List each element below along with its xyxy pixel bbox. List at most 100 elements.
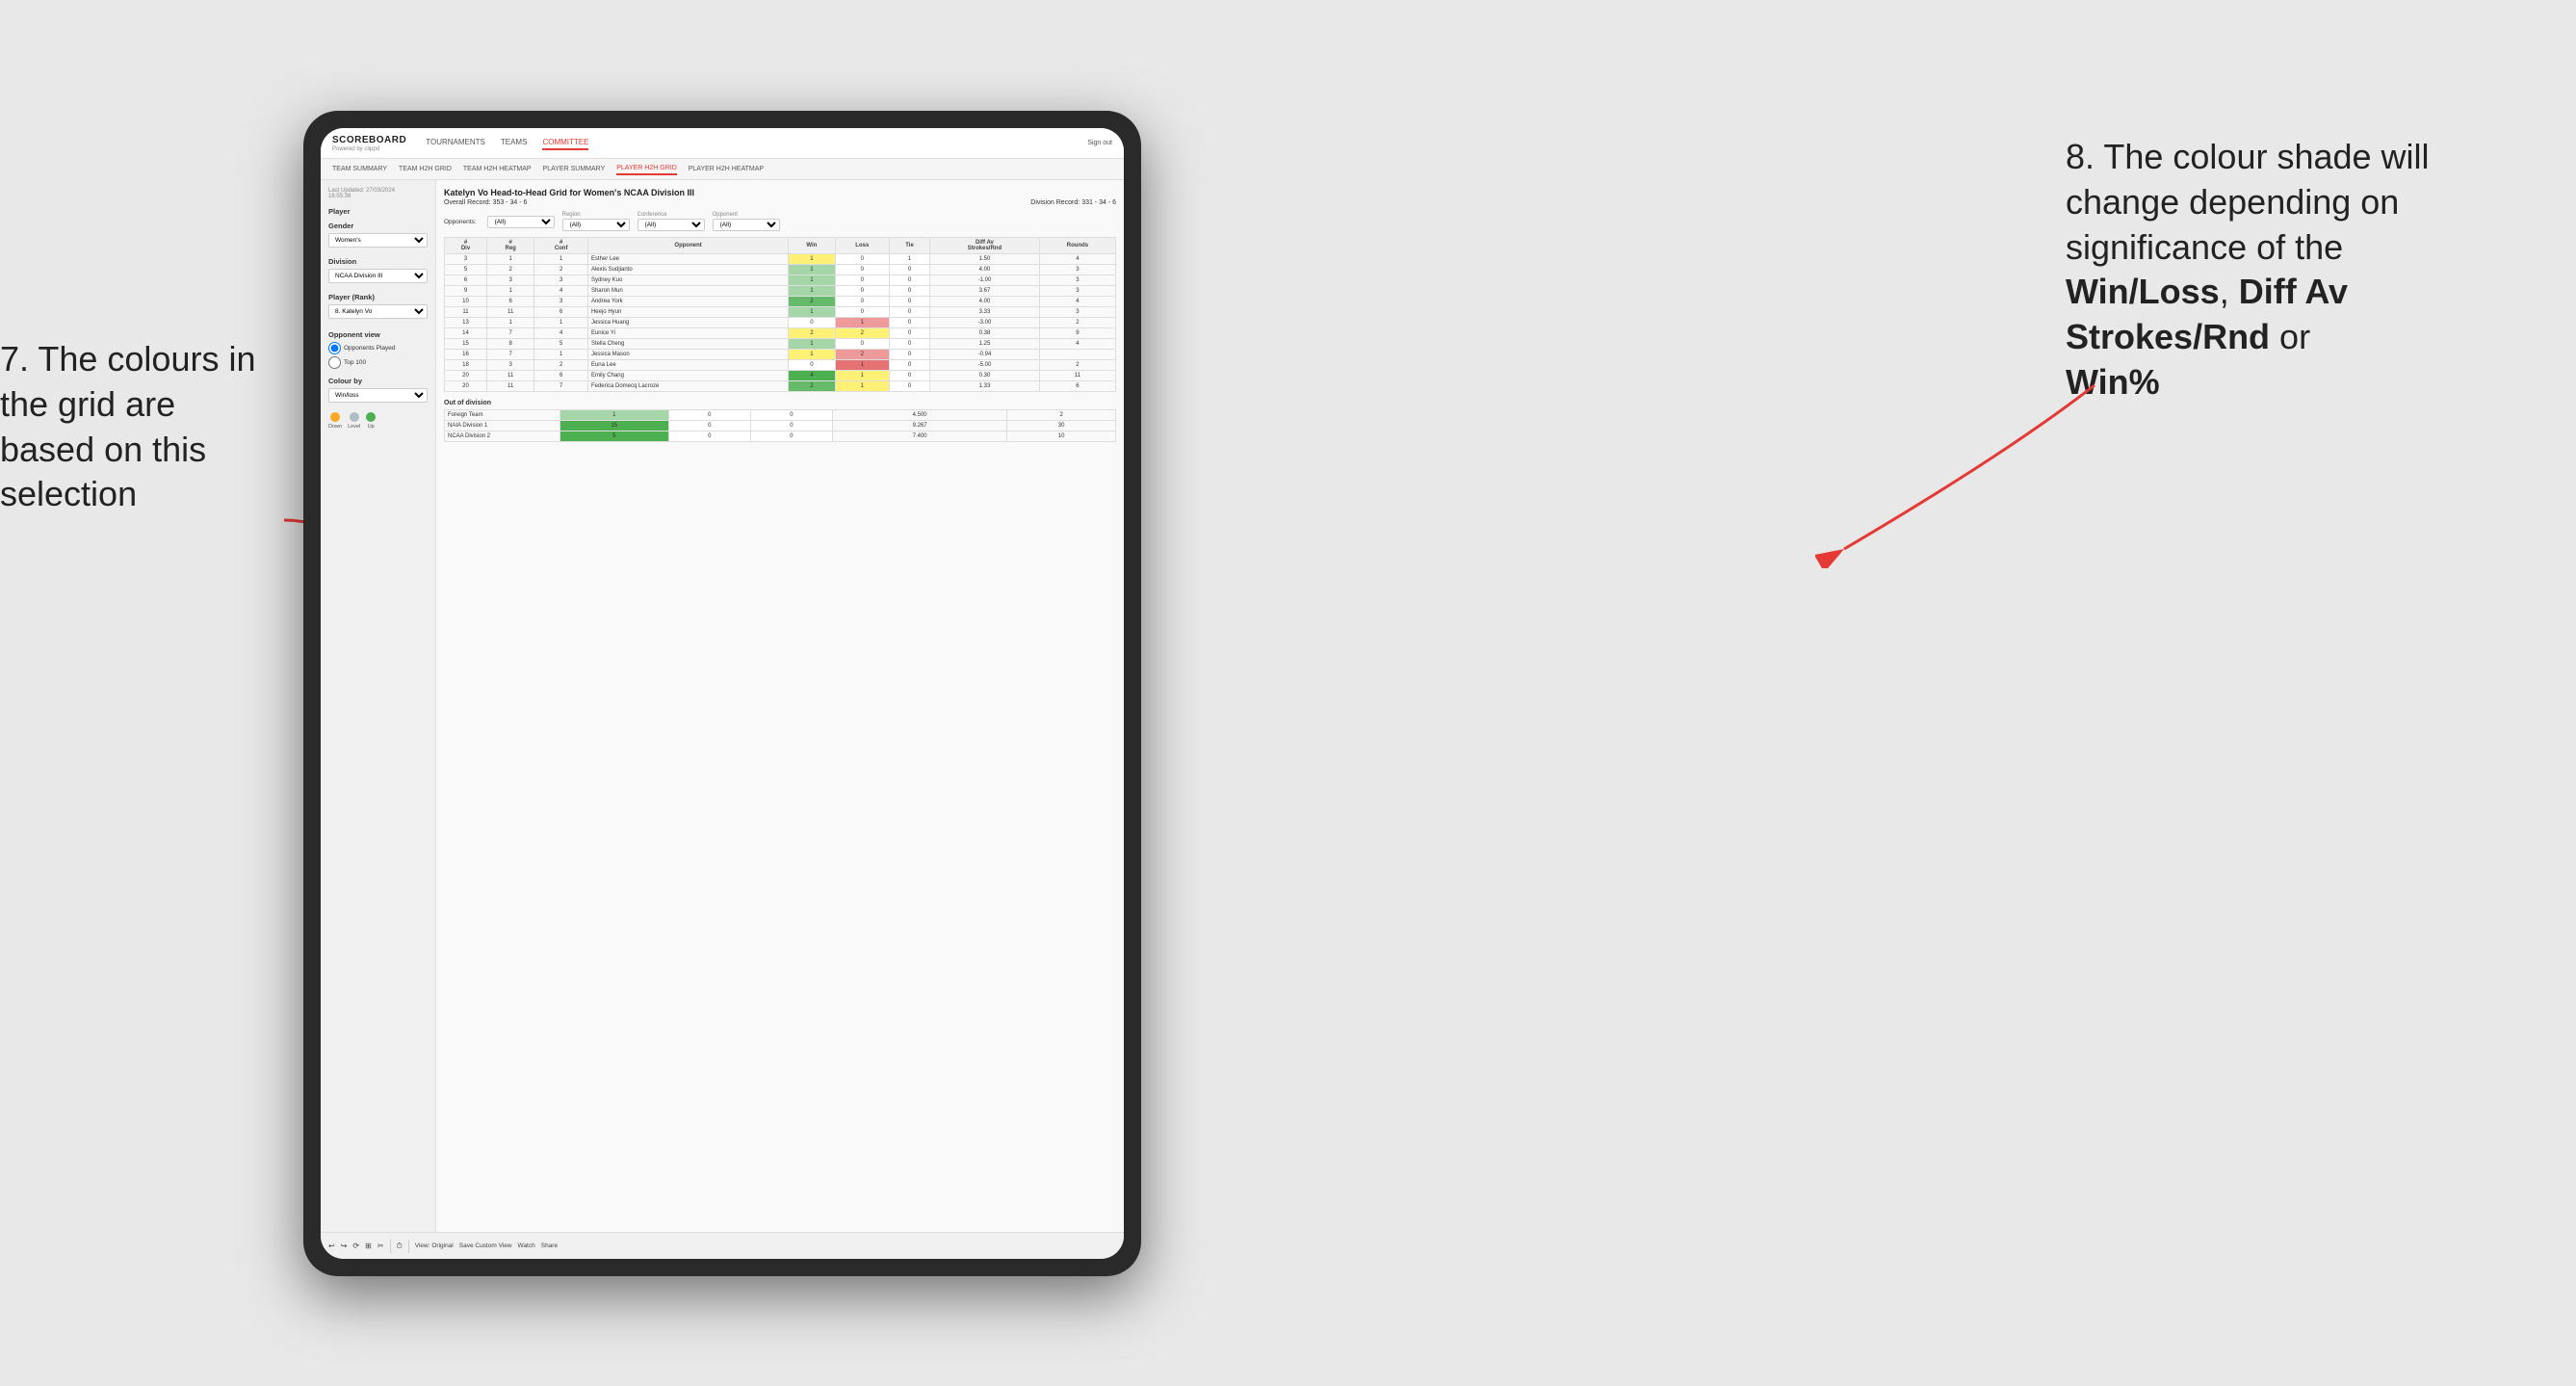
sign-out-link[interactable]: Sign out <box>1087 140 1112 146</box>
main-content: Last Updated: 27/03/2024 16:55:38 Player… <box>321 180 1124 1232</box>
bottom-toolbar: ↩ ↪ ⟳ ⊞ ✂ ⏱ View: Original Save Custom V… <box>321 1232 1124 1259</box>
filter-group-region: Region (All) <box>562 212 630 231</box>
colour-by-select[interactable]: Win/loss <box>328 388 428 403</box>
table-row: 914 Sharon Mun 1 0 0 3.673 <box>445 286 1116 297</box>
player-rank-label: Player (Rank) <box>328 293 428 301</box>
colour-by-section: Colour by Win/loss <box>328 377 428 406</box>
radio-top100[interactable]: Top 100 <box>328 356 428 369</box>
th-win: Win <box>789 238 835 254</box>
th-div: #Div <box>445 238 487 254</box>
annotation-left: 7. The colours in the grid are based on … <box>0 337 279 517</box>
th-opponent: Opponent <box>587 238 788 254</box>
cut-button[interactable]: ✂ <box>377 1242 384 1250</box>
logo-sub: Powered by clippd <box>332 146 410 152</box>
last-updated: Last Updated: 27/03/2024 16:55:38 <box>328 188 428 199</box>
radio-opponents-played[interactable]: Opponents Played <box>328 342 428 354</box>
legend-up: Up <box>366 412 376 430</box>
th-tie: Tie <box>890 238 930 254</box>
filter-region-select[interactable]: (All) <box>562 219 630 231</box>
table-row: 311 Esther Lee 1 0 1 1.504 <box>445 254 1116 265</box>
annotation-right: 8. The colour shade will change dependin… <box>2066 135 2547 405</box>
nav-item-committee[interactable]: COMMITTEE <box>542 136 588 150</box>
gender-label: Gender <box>328 222 428 230</box>
nav-items: TOURNAMENTS TEAMS COMMITTEE <box>426 136 1087 150</box>
overall-record: Overall Record: 353 - 34 - 6 <box>444 199 527 206</box>
legend-level: Level <box>348 412 360 430</box>
th-conf: #Conf <box>534 238 588 254</box>
copy-button[interactable]: ⊞ <box>365 1242 372 1250</box>
table-row: 1474 Eunice Yi 2 2 0 0.389 <box>445 328 1116 339</box>
left-panel: Last Updated: 27/03/2024 16:55:38 Player… <box>321 180 436 1232</box>
legend: Down Level Up <box>328 412 428 430</box>
toolbar-divider-2 <box>408 1240 409 1253</box>
sub-nav-team-h2h-heatmap[interactable]: TEAM H2H HEATMAP <box>463 164 532 174</box>
opponents-label: Opponents: <box>444 219 477 225</box>
table-row: 1063 Andrea York 2 0 0 4.004 <box>445 297 1116 307</box>
annotation-right-text1: 8. The colour shade will change dependin… <box>2066 137 2430 267</box>
table-row: 20116 Emily Chang 4 1 0 0.3011 <box>445 371 1116 381</box>
main-table: #Div #Reg #Conf Opponent Win Loss Tie Di… <box>444 237 1116 392</box>
grid-title: Katelyn Vo Head-to-Head Grid for Women's… <box>444 188 1116 197</box>
table-row: NAIA Division 1 15 0 0 9.26730 <box>445 421 1116 431</box>
sub-nav-team-summary[interactable]: TEAM SUMMARY <box>332 164 387 174</box>
nav-item-tournaments[interactable]: TOURNAMENTS <box>426 136 485 150</box>
th-loss: Loss <box>835 238 890 254</box>
division-select[interactable]: NCAA Division III <box>328 269 428 283</box>
filter-opponents-select[interactable]: (All) <box>487 216 555 228</box>
th-rounds: Rounds <box>1039 238 1115 254</box>
filter-group-opponents: (All) <box>487 216 555 228</box>
out-of-division-header: Out of division <box>444 400 1116 406</box>
share-label[interactable]: Share <box>541 1242 558 1249</box>
opponent-view-section: Opponent view Opponents Played Top 100 <box>328 330 428 369</box>
tablet-shell: SCOREBOARD Powered by clippd TOURNAMENTS… <box>303 111 1141 1276</box>
gender-select[interactable]: Women's <box>328 233 428 248</box>
division-label: Division <box>328 257 428 266</box>
filter-row: Opponents: (All) Region (All) Conference <box>444 212 1116 231</box>
filter-group-conference: Conference (All) <box>637 212 705 231</box>
table-row: 20117 Federica Domecq Lacroze 2 1 0 1.33… <box>445 381 1116 392</box>
sub-nav-player-h2h-grid[interactable]: PLAYER H2H GRID <box>616 163 677 175</box>
out-of-division-table: Foreign Team 1 0 0 4.5002 NAIA Division … <box>444 409 1116 442</box>
right-content: Katelyn Vo Head-to-Head Grid for Women's… <box>436 180 1124 1232</box>
sub-nav-team-h2h-grid[interactable]: TEAM H2H GRID <box>399 164 452 174</box>
filter-opponent-select[interactable]: (All) <box>713 219 780 231</box>
annotation-right-or: or <box>2270 317 2310 356</box>
record-row: Overall Record: 353 - 34 - 6 Division Re… <box>444 199 1116 206</box>
logo: SCOREBOARD <box>332 135 406 145</box>
filter-group-opponent: Opponent (All) <box>713 212 780 231</box>
player-section-title: Player <box>328 207 428 216</box>
filter-conference-select[interactable]: (All) <box>637 219 705 231</box>
sub-nav: TEAM SUMMARY TEAM H2H GRID TEAM H2H HEAT… <box>321 159 1124 180</box>
player-rank-select[interactable]: 8. Katelyn Vo <box>328 304 428 319</box>
annotation-left-text: 7. The colours in the grid are based on … <box>0 339 255 513</box>
sub-nav-player-summary[interactable]: PLAYER SUMMARY <box>543 164 606 174</box>
legend-dot-down <box>330 412 340 422</box>
table-row: 1671 Jessica Mason 1 2 0 -0.94 <box>445 350 1116 360</box>
toolbar-divider <box>390 1240 391 1253</box>
annotation-right-bold1: Win/Loss <box>2066 272 2220 311</box>
redo-button[interactable]: ↪ <box>341 1242 348 1250</box>
watch-label[interactable]: Watch <box>518 1242 535 1249</box>
arrow-right-icon <box>1815 376 2104 568</box>
legend-dot-level <box>350 412 359 422</box>
nav-item-teams[interactable]: TEAMS <box>501 136 528 150</box>
clock-button[interactable]: ⏱ <box>397 1242 403 1251</box>
table-row: Foreign Team 1 0 0 4.5002 <box>445 410 1116 421</box>
save-custom-label[interactable]: Save Custom View <box>459 1242 512 1249</box>
history-button[interactable]: ⟳ <box>352 1242 359 1250</box>
tablet-screen: SCOREBOARD Powered by clippd TOURNAMENTS… <box>321 128 1124 1259</box>
division-record: Division Record: 331 - 34 - 6 <box>1030 199 1116 206</box>
th-diff: Diff AvStrokes/Rnd <box>929 238 1039 254</box>
table-row: 11116 Heejo Hyun 1 0 0 3.333 <box>445 307 1116 318</box>
colour-by-label: Colour by <box>328 377 428 385</box>
table-row: 633 Sydney Kuo 1 0 0 -1.003 <box>445 275 1116 286</box>
logo-wrapper: SCOREBOARD Powered by clippd <box>332 135 410 152</box>
view-original-label[interactable]: View: Original <box>415 1242 454 1249</box>
table-row: 1832 Euna Lee 0 1 0 -5.002 <box>445 360 1116 371</box>
annotation-right-comma: , <box>2220 272 2239 311</box>
table-row: NCAA Division 2 5 0 0 7.40010 <box>445 431 1116 442</box>
undo-button[interactable]: ↩ <box>328 1242 335 1250</box>
nav-bar: SCOREBOARD Powered by clippd TOURNAMENTS… <box>321 128 1124 159</box>
sub-nav-player-h2h-heatmap[interactable]: PLAYER H2H HEATMAP <box>689 164 764 174</box>
legend-dot-up <box>366 412 376 422</box>
